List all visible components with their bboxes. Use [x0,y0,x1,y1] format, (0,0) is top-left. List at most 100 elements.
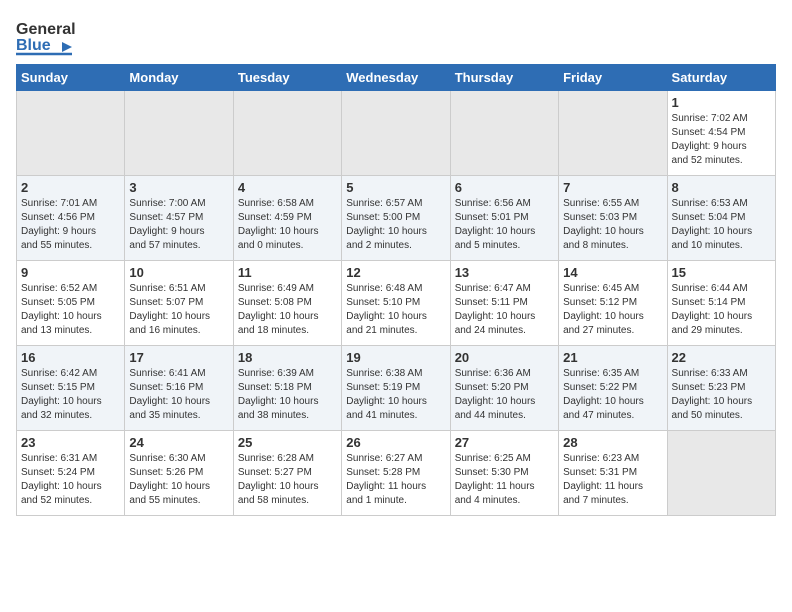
weekday-header-thursday: Thursday [450,65,558,91]
calendar-week-row: 23 Sunrise: 6:31 AM Sunset: 5:24 PM Dayli… [17,431,776,516]
day-info: Sunrise: 6:30 AM Sunset: 5:26 PM Dayligh… [129,452,228,508]
day-number: 1 [672,95,771,110]
calendar-day-cell: 4 Sunrise: 6:58 AM Sunset: 4:59 PM Daylig… [233,176,341,261]
day-number: 19 [346,350,445,365]
day-info: Sunrise: 6:33 AM Sunset: 5:23 PM Dayligh… [672,367,771,423]
day-number: 5 [346,180,445,195]
day-info: Sunrise: 6:48 AM Sunset: 5:10 PM Dayligh… [346,282,445,338]
calendar-day-cell: 6 Sunrise: 6:56 AM Sunset: 5:01 PM Daylig… [450,176,558,261]
calendar-day-cell [233,91,341,176]
calendar-day-cell: 21 Sunrise: 6:35 AM Sunset: 5:22 PM Dayli… [559,346,667,431]
day-number: 14 [563,265,662,280]
day-info: Sunrise: 6:36 AM Sunset: 5:20 PM Dayligh… [455,367,554,423]
day-info: Sunrise: 7:02 AM Sunset: 4:54 PM Dayligh… [672,112,771,168]
day-number: 2 [21,180,120,195]
calendar-day-cell: 18Sunrise: 6:39 AM Sunset: 5:18 PM Dayli… [233,346,341,431]
day-number: 3 [129,180,228,195]
day-number: 26 [346,435,445,450]
day-number: 20 [455,350,554,365]
calendar-day-cell: 22 Sunrise: 6:33 AM Sunset: 5:23 PM Dayli… [667,346,775,431]
day-info: Sunrise: 6:27 AM Sunset: 5:28 PM Dayligh… [346,452,445,508]
calendar-day-cell [667,431,775,516]
logo: General Blue [16,16,80,56]
calendar-day-cell [125,91,233,176]
day-number: 13 [455,265,554,280]
calendar-day-cell: 24 Sunrise: 6:30 AM Sunset: 5:26 PM Dayli… [125,431,233,516]
weekday-header-saturday: Saturday [667,65,775,91]
logo-icon: General Blue [16,16,76,56]
day-info: Sunrise: 6:25 AM Sunset: 5:30 PM Dayligh… [455,452,554,508]
calendar-week-row: 1 Sunrise: 7:02 AM Sunset: 4:54 PM Daylig… [17,91,776,176]
calendar-day-cell [17,91,125,176]
calendar-day-cell: 10 Sunrise: 6:51 AM Sunset: 5:07 PM Dayli… [125,261,233,346]
calendar-day-cell [450,91,558,176]
day-info: Sunrise: 6:41 AM Sunset: 5:16 PM Dayligh… [129,367,228,423]
day-info: Sunrise: 6:58 AM Sunset: 4:59 PM Dayligh… [238,197,337,253]
day-number: 25 [238,435,337,450]
calendar-day-cell: 12 Sunrise: 6:48 AM Sunset: 5:10 PM Dayli… [342,261,450,346]
day-number: 27 [455,435,554,450]
day-info: Sunrise: 6:55 AM Sunset: 5:03 PM Dayligh… [563,197,662,253]
day-info: Sunrise: 6:51 AM Sunset: 5:07 PM Dayligh… [129,282,228,338]
calendar-header-row: SundayMondayTuesdayWednesdayThursdayFrid… [17,65,776,91]
day-number: 12 [346,265,445,280]
day-number: 21 [563,350,662,365]
calendar-day-cell: 8 Sunrise: 6:53 AM Sunset: 5:04 PM Daylig… [667,176,775,261]
calendar-day-cell: 1 Sunrise: 7:02 AM Sunset: 4:54 PM Daylig… [667,91,775,176]
day-info: Sunrise: 6:52 AM Sunset: 5:05 PM Dayligh… [21,282,120,338]
weekday-header-wednesday: Wednesday [342,65,450,91]
day-number: 17 [129,350,228,365]
day-info: Sunrise: 6:49 AM Sunset: 5:08 PM Dayligh… [238,282,337,338]
day-number: 4 [238,180,337,195]
svg-text:Blue: Blue [16,37,51,54]
day-number: 7 [563,180,662,195]
weekday-header-tuesday: Tuesday [233,65,341,91]
weekday-header-friday: Friday [559,65,667,91]
calendar-day-cell: 13 Sunrise: 6:47 AM Sunset: 5:11 PM Dayli… [450,261,558,346]
day-number: 16 [21,350,120,365]
calendar-week-row: 2Sunrise: 7:01 AM Sunset: 4:56 PM Daylig… [17,176,776,261]
weekday-header-sunday: Sunday [17,65,125,91]
calendar-week-row: 16 Sunrise: 6:42 AM Sunset: 5:15 PM Dayli… [17,346,776,431]
page-container: General Blue SundayMondayTuesdayWednesda… [0,0,792,524]
day-info: Sunrise: 6:42 AM Sunset: 5:15 PM Dayligh… [21,367,120,423]
calendar-day-cell: 28 Sunrise: 6:23 AM Sunset: 5:31 PM Dayli… [559,431,667,516]
calendar-day-cell: 2Sunrise: 7:01 AM Sunset: 4:56 PM Daylig… [17,176,125,261]
header: General Blue [16,16,776,56]
calendar-day-cell: 7 Sunrise: 6:55 AM Sunset: 5:03 PM Daylig… [559,176,667,261]
day-number: 24 [129,435,228,450]
calendar-day-cell: 14 Sunrise: 6:45 AM Sunset: 5:12 PM Dayli… [559,261,667,346]
day-number: 28 [563,435,662,450]
day-number: 6 [455,180,554,195]
calendar-day-cell: 27 Sunrise: 6:25 AM Sunset: 5:30 PM Dayli… [450,431,558,516]
day-info: Sunrise: 6:56 AM Sunset: 5:01 PM Dayligh… [455,197,554,253]
day-number: 8 [672,180,771,195]
day-info: Sunrise: 6:44 AM Sunset: 5:14 PM Dayligh… [672,282,771,338]
day-number: 15 [672,265,771,280]
day-number: 23 [21,435,120,450]
calendar-day-cell: 17 Sunrise: 6:41 AM Sunset: 5:16 PM Dayli… [125,346,233,431]
day-info: Sunrise: 7:00 AM Sunset: 4:57 PM Dayligh… [129,197,228,253]
calendar-day-cell: 15 Sunrise: 6:44 AM Sunset: 5:14 PM Dayli… [667,261,775,346]
day-info: Sunrise: 6:47 AM Sunset: 5:11 PM Dayligh… [455,282,554,338]
day-info: Sunrise: 6:35 AM Sunset: 5:22 PM Dayligh… [563,367,662,423]
calendar-day-cell: 16 Sunrise: 6:42 AM Sunset: 5:15 PM Dayli… [17,346,125,431]
calendar-day-cell: 19Sunrise: 6:38 AM Sunset: 5:19 PM Dayli… [342,346,450,431]
weekday-header-monday: Monday [125,65,233,91]
day-number: 10 [129,265,228,280]
day-info: Sunrise: 6:45 AM Sunset: 5:12 PM Dayligh… [563,282,662,338]
day-number: 9 [21,265,120,280]
svg-text:General: General [16,21,76,38]
day-number: 18 [238,350,337,365]
calendar-day-cell: 9 Sunrise: 6:52 AM Sunset: 5:05 PM Daylig… [17,261,125,346]
calendar-day-cell: 3 Sunrise: 7:00 AM Sunset: 4:57 PM Daylig… [125,176,233,261]
day-number: 22 [672,350,771,365]
day-info: Sunrise: 6:31 AM Sunset: 5:24 PM Dayligh… [21,452,120,508]
calendar-day-cell: 20 Sunrise: 6:36 AM Sunset: 5:20 PM Dayli… [450,346,558,431]
calendar-day-cell [342,91,450,176]
day-number: 11 [238,265,337,280]
calendar-day-cell [559,91,667,176]
day-info: Sunrise: 6:53 AM Sunset: 5:04 PM Dayligh… [672,197,771,253]
day-info: Sunrise: 6:23 AM Sunset: 5:31 PM Dayligh… [563,452,662,508]
calendar-table: SundayMondayTuesdayWednesdayThursdayFrid… [16,64,776,516]
